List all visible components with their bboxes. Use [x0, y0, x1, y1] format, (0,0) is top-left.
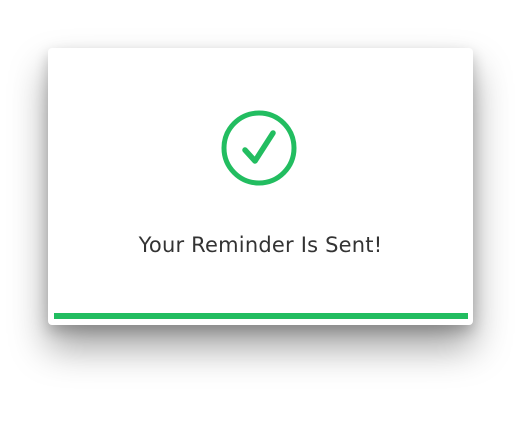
confirmation-message: Your Reminder Is Sent! [138, 233, 383, 257]
screen: Your Reminder Is Sent! [0, 0, 522, 422]
checkmark-circle-icon [221, 110, 297, 186]
auto-close-progress-bar [54, 313, 468, 319]
progress-bar-fill [54, 313, 468, 319]
reminder-sent-dialog: Your Reminder Is Sent! [48, 48, 473, 325]
